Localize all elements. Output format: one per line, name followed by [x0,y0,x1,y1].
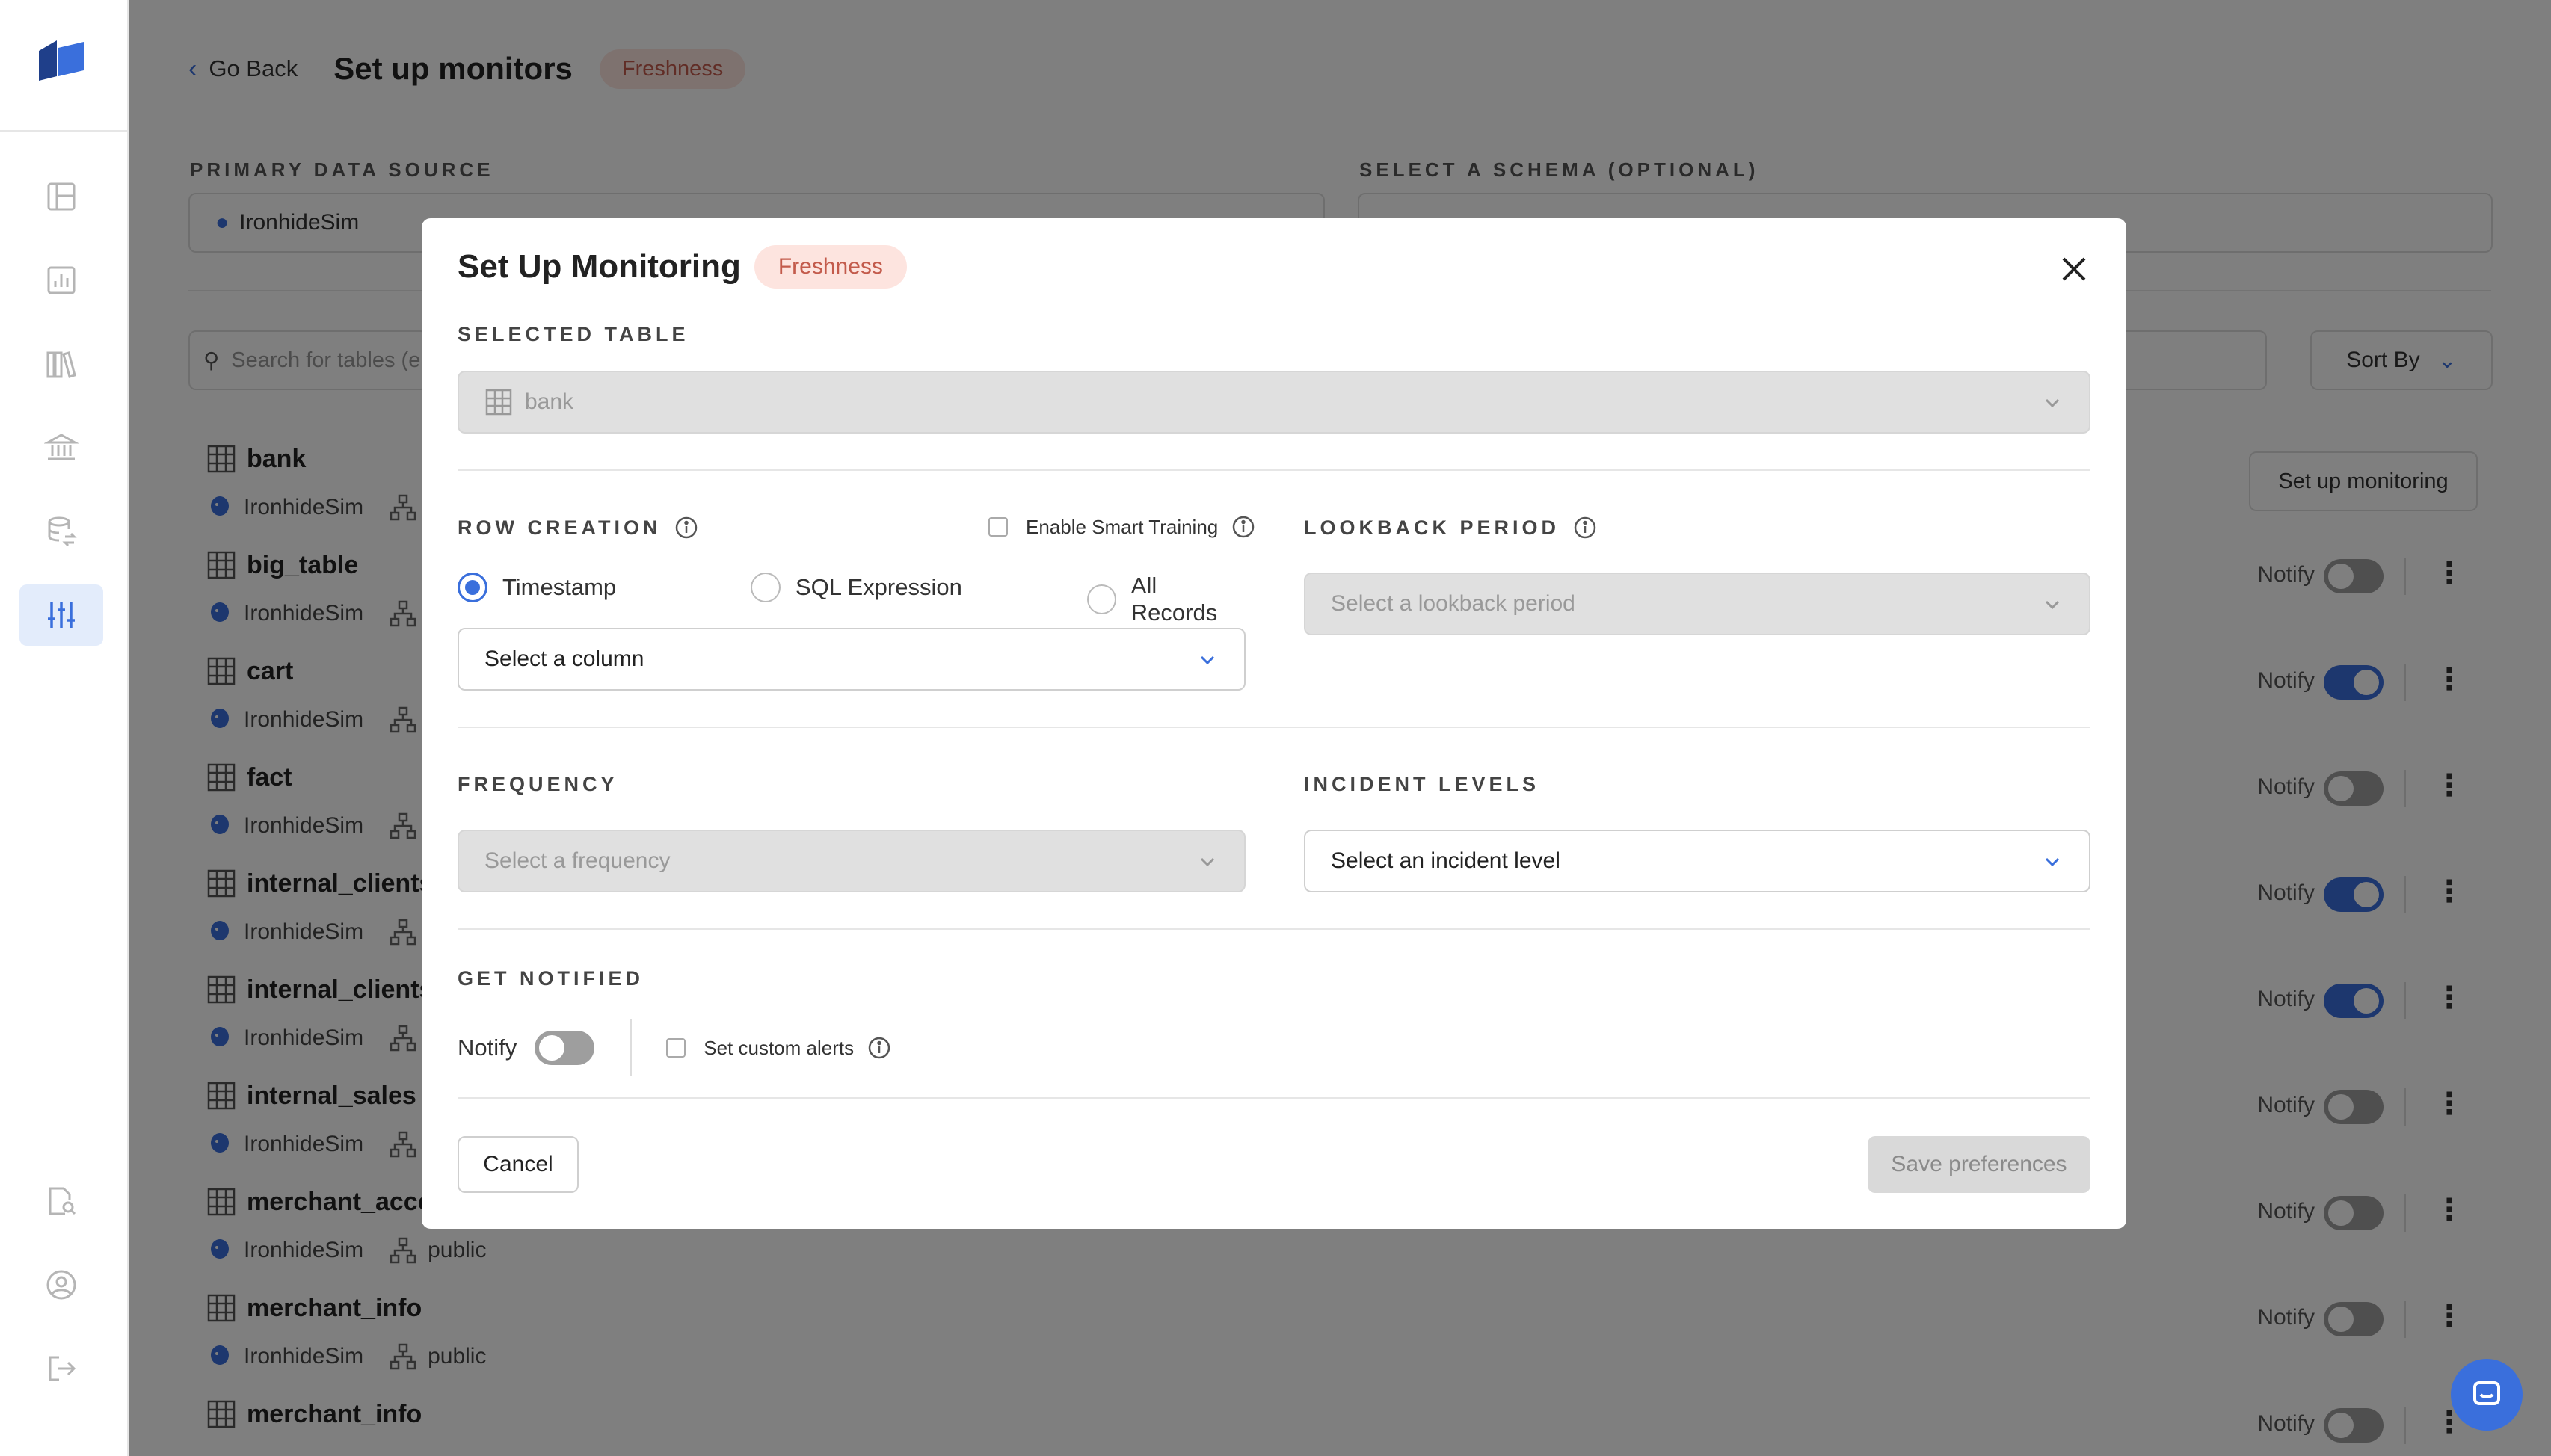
row-creation-text: ROW CREATION [458,516,662,539]
sidebar-item-reports[interactable] [19,250,103,311]
smart-training-checkbox[interactable]: Enable Smart Training [988,515,1255,539]
radio-all-records[interactable]: All Records [1087,573,1246,626]
lookback-label: LOOKBACK PERIOD [1304,516,1560,539]
radio-button[interactable] [1087,584,1116,614]
radio-label: SQL Expression [796,574,962,600]
modal-header: Set Up Monitoring Freshness [458,245,907,289]
frequency-select[interactable]: Select a frequency [458,830,1246,892]
radio-button[interactable] [751,573,781,602]
chevron-down-icon [2045,600,2060,610]
sidebar-divider [0,130,129,132]
info-icon[interactable] [674,516,698,540]
custom-alerts-checkbox[interactable]: Set custom alerts [666,1036,891,1060]
chevron-down-icon [2045,398,2060,408]
lookback-placeholder: Select a lookback period [1331,591,1575,616]
bank-icon [44,434,79,460]
radio-label: Timestamp [502,574,617,600]
notify-separator [630,1019,633,1076]
incident-level-select[interactable]: Select an incident level [1304,830,2090,892]
sidebar-item-logout[interactable] [19,1338,103,1399]
lookback-select[interactable]: Select a lookback period [1304,573,2090,635]
get-notified-label: GET NOTIFIED [458,967,644,990]
selected-table-select[interactable]: bank [458,371,2090,434]
info-icon[interactable] [1231,515,1255,539]
modal-divider [458,727,2090,728]
library-icon [46,351,76,378]
chevron-down-icon [2045,857,2060,867]
selected-table-value: bank [525,389,574,414]
sidebar-item-sources[interactable] [19,417,103,478]
modal-title: Set Up Monitoring [458,248,741,285]
chevron-down-icon [1200,857,1215,867]
sliders-icon [48,602,75,628]
row-creation-options: Timestamp SQL Expression All Records [458,573,1246,626]
column-select-placeholder: Select a column [484,647,644,671]
user-circle-icon [46,1270,76,1300]
sidebar [0,0,129,1456]
chevron-down-icon [1200,655,1215,665]
lookback-header: LOOKBACK PERIOD [1304,516,1597,540]
checkbox[interactable] [666,1038,686,1058]
sidebar-item-audit[interactable] [19,1170,103,1232]
modal-divider [458,469,2090,471]
custom-alerts-label: Set custom alerts [704,1036,855,1059]
incident-level-placeholder: Select an incident level [1331,848,1560,873]
row-creation-header: ROW CREATION [458,516,698,540]
modal-divider [458,928,2090,930]
close-icon[interactable] [2056,251,2092,287]
frequency-placeholder: Select a frequency [484,848,671,873]
column-select[interactable]: Select a column [458,628,1246,691]
bar-chart-icon [47,266,76,294]
radio-sql-expression[interactable]: SQL Expression [751,573,962,602]
cancel-button[interactable]: Cancel [458,1136,579,1193]
monitor-type-badge: Freshness [754,245,907,289]
radio-timestamp[interactable]: Timestamp [458,573,616,602]
frequency-label: FREQUENCY [458,773,618,795]
sidebar-item-sync[interactable] [19,501,103,562]
brand-logo-icon[interactable] [36,37,87,82]
modal-divider [458,1097,2090,1099]
checkbox[interactable] [988,517,1008,537]
info-icon[interactable] [1573,516,1597,540]
radio-button[interactable] [458,573,487,602]
sidebar-item-monitors[interactable] [19,584,103,646]
database-sync-icon [48,516,77,547]
logout-icon [49,1356,76,1381]
smart-training-label: Enable Smart Training [1026,515,1219,538]
selected-table-label: SELECTED TABLE [458,323,689,345]
notify-label: Notify [458,1034,517,1061]
document-search-icon [49,1187,76,1215]
sidebar-item-catalog[interactable] [19,333,103,395]
radio-label: All Records [1130,573,1218,626]
info-icon[interactable] [867,1036,891,1060]
layout-icon [47,182,76,211]
chat-icon [2473,1381,2500,1405]
chat-launcher[interactable] [2451,1359,2523,1431]
sidebar-item-profile[interactable] [19,1254,103,1315]
incident-levels-label: INCIDENT LEVELS [1304,773,1540,795]
setup-monitoring-modal: Set Up Monitoring Freshness SELECTED TAB… [422,218,2126,1229]
notify-row: Notify Set custom alerts [458,1019,891,1076]
save-preferences-button[interactable]: Save preferences [1868,1136,2090,1193]
notify-toggle[interactable] [535,1031,595,1065]
sidebar-item-dashboard[interactable] [19,166,103,227]
table-icon [485,389,512,416]
